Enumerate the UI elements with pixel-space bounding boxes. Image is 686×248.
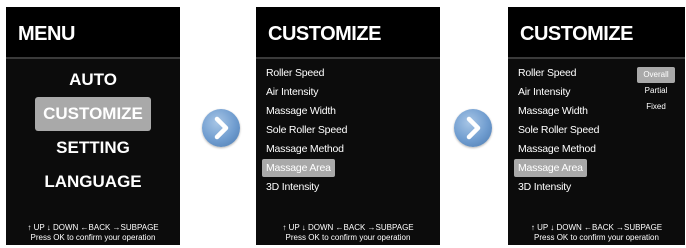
- option-massage-method[interactable]: Massage Method: [514, 143, 600, 155]
- menu-item-language[interactable]: LANGUAGE: [6, 165, 180, 199]
- next-arrow-button[interactable]: [454, 109, 492, 147]
- option-list: Roller Speed Air Intensity Massage Width…: [514, 63, 603, 196]
- menu-list: AUTO CUSTOMIZE SETTING LANGUAGE: [6, 63, 180, 199]
- footer-hint: ↑ UP ↓ DOWN ←BACK →SUBPAGE Press OK to c…: [256, 223, 440, 243]
- title-divider: [256, 57, 440, 59]
- option-air-intensity[interactable]: Air Intensity: [262, 86, 322, 98]
- option-massage-area[interactable]: Massage Area: [514, 159, 587, 177]
- customize-screen: CUSTOMIZE Roller Speed Air Intensity Mas…: [256, 7, 440, 245]
- nav-hint: ↑ UP ↓ DOWN ←BACK →SUBPAGE: [530, 223, 663, 232]
- title-divider: [508, 57, 685, 59]
- option-roller-speed[interactable]: Roller Speed: [262, 67, 328, 79]
- submenu-partial[interactable]: Partial: [637, 83, 675, 99]
- screen-title: CUSTOMIZE: [256, 7, 440, 57]
- menu-item-auto[interactable]: AUTO: [6, 63, 180, 97]
- screen-title: CUSTOMIZE: [508, 7, 685, 57]
- option-roller-speed[interactable]: Roller Speed: [514, 67, 580, 79]
- option-3d-intensity[interactable]: 3D Intensity: [514, 181, 575, 193]
- menu-item-setting[interactable]: SETTING: [6, 131, 180, 165]
- chevron-right-icon: [466, 116, 481, 140]
- option-sole-roller-speed[interactable]: Sole Roller Speed: [514, 124, 603, 136]
- next-arrow-button[interactable]: [202, 109, 240, 147]
- footer-hint: ↑ UP ↓ DOWN ←BACK →SUBPAGE Press OK to c…: [6, 223, 180, 243]
- footer-hint: ↑ UP ↓ DOWN ←BACK →SUBPAGE Press OK to c…: [508, 223, 685, 243]
- option-massage-width[interactable]: Massage Width: [514, 105, 592, 117]
- option-air-intensity[interactable]: Air Intensity: [514, 86, 574, 98]
- option-list: Roller Speed Air Intensity Massage Width…: [262, 63, 351, 196]
- menu-screen: MENU AUTO CUSTOMIZE SETTING LANGUAGE ↑ U…: [6, 7, 180, 245]
- submenu-fixed[interactable]: Fixed: [637, 99, 675, 115]
- submenu-overall[interactable]: Overall: [637, 67, 675, 83]
- option-massage-width[interactable]: Massage Width: [262, 105, 340, 117]
- option-3d-intensity[interactable]: 3D Intensity: [262, 181, 323, 193]
- option-sole-roller-speed[interactable]: Sole Roller Speed: [262, 124, 351, 136]
- nav-hint: ↑ UP ↓ DOWN ←BACK →SUBPAGE: [282, 223, 414, 232]
- confirm-hint: Press OK to confirm your operation: [285, 233, 411, 242]
- option-massage-method[interactable]: Massage Method: [262, 143, 348, 155]
- screen-title: MENU: [6, 7, 180, 57]
- nav-hint: ↑ UP ↓ DOWN ←BACK →SUBPAGE: [27, 223, 159, 232]
- chevron-right-icon: [214, 116, 229, 140]
- menu-item-customize[interactable]: CUSTOMIZE: [35, 97, 151, 131]
- confirm-hint: Press OK to confirm your operation: [534, 233, 659, 242]
- title-divider: [6, 57, 180, 59]
- customize-area-screen: CUSTOMIZE Roller Speed Air Intensity Mas…: [508, 7, 685, 245]
- option-massage-area[interactable]: Massage Area: [262, 159, 335, 177]
- area-submenu: Overall Partial Fixed: [637, 67, 675, 115]
- confirm-hint: Press OK to confirm your operation: [30, 233, 156, 242]
